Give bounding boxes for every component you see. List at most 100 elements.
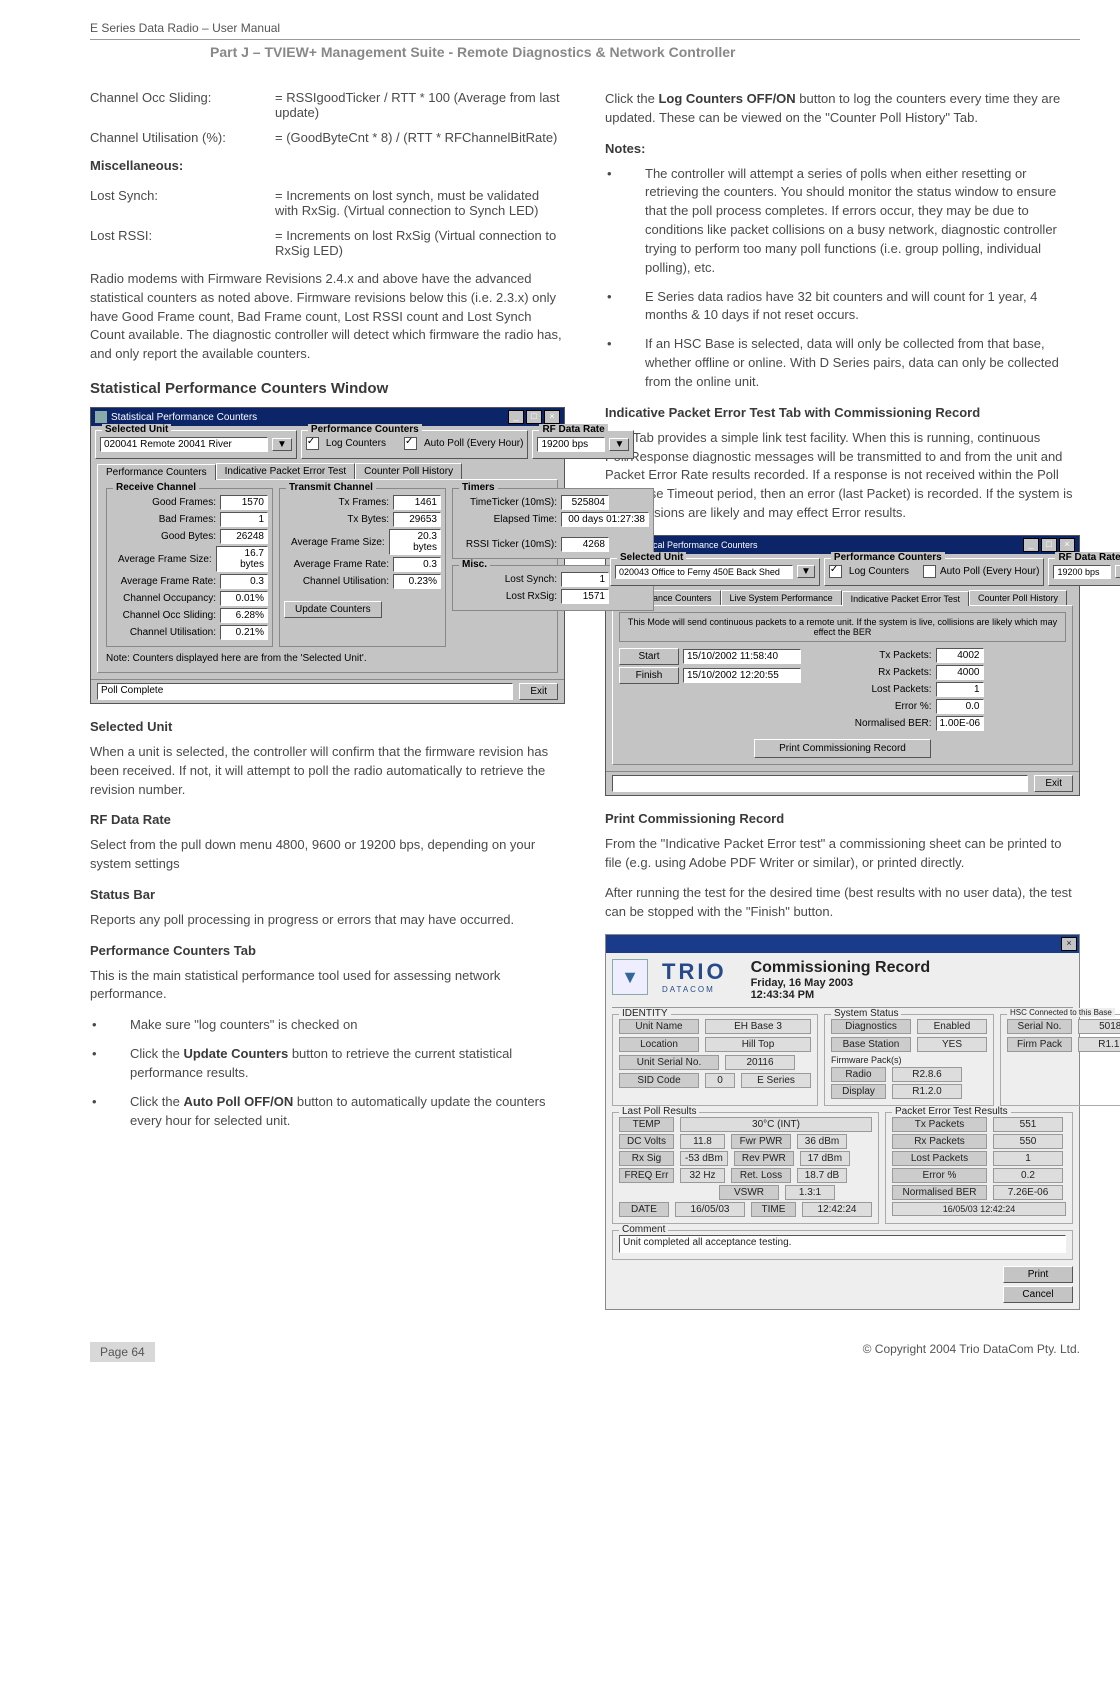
- dropdown-arrow-icon[interactable]: ▼: [272, 438, 292, 451]
- field-value: R1.2.0: [892, 1084, 962, 1099]
- para: This is the main statistical performance…: [90, 967, 565, 1005]
- field-value: 26248: [220, 529, 268, 544]
- group-label: RF Data Rate: [1055, 552, 1120, 563]
- field-value: 12:42:24: [802, 1202, 872, 1217]
- group-label: Packet Error Test Results: [892, 1106, 1011, 1117]
- field-value: 1.3:1: [785, 1185, 835, 1200]
- field-value: 18.7 dB: [797, 1168, 847, 1183]
- field-value: 550: [993, 1134, 1063, 1149]
- def-term: Lost RSSI:: [90, 228, 265, 258]
- tab-ipet[interactable]: Indicative Packet Error Test: [842, 591, 969, 606]
- para: Click the Log Counters OFF/ON button to …: [605, 90, 1080, 128]
- doc-title: E Series Data Radio – User Manual: [90, 21, 280, 35]
- brand-sub: DATACOM: [662, 985, 727, 994]
- status-text: [612, 775, 1028, 792]
- field-label: Radio: [831, 1067, 886, 1082]
- print-button[interactable]: Print: [1003, 1266, 1073, 1283]
- exit-button[interactable]: Exit: [519, 683, 558, 700]
- field-label: Normalised BER:: [847, 718, 932, 729]
- field-label: Error %: [892, 1168, 987, 1183]
- cancel-button[interactable]: Cancel: [1003, 1286, 1073, 1303]
- cr-time: 12:43:34 PM: [751, 989, 931, 1001]
- part-line: Part J – TVIEW+ Management Suite - Remot…: [210, 44, 1080, 90]
- group-label: Receive Channel: [113, 482, 199, 493]
- tab-ipet[interactable]: Indicative Packet Error Test: [216, 463, 356, 479]
- tab-perf-counters[interactable]: Performance Counters: [97, 464, 216, 480]
- field-label: Error %:: [847, 701, 932, 712]
- field-label: Tx Packets:: [847, 650, 932, 661]
- field-label: SID Code: [619, 1073, 699, 1088]
- field-value: 0.21%: [220, 625, 268, 640]
- cr-title: Commissioning Record: [751, 959, 931, 977]
- field-label: Lost RxSig:: [457, 591, 557, 602]
- log-counters-checkbox[interactable]: [306, 437, 319, 450]
- field-value: 1570: [220, 495, 268, 510]
- auto-poll-checkbox[interactable]: [923, 565, 936, 578]
- close-button[interactable]: ×: [1061, 937, 1077, 951]
- field-value: 29653: [393, 512, 441, 527]
- field-value: 4268: [561, 537, 609, 552]
- field-value: 00 days 01:27:38: [561, 512, 649, 527]
- field-value: 0.3: [393, 557, 441, 572]
- para-firmware-note: Radio modems with Firmware Revisions 2.4…: [90, 270, 565, 364]
- auto-poll-checkbox[interactable]: [404, 437, 417, 450]
- field-value: 7.26E-06: [993, 1185, 1063, 1200]
- para: Reports any poll processing in progress …: [90, 911, 565, 930]
- maximize-button[interactable]: □: [1041, 538, 1057, 552]
- field-value: 20.3 bytes: [389, 529, 441, 555]
- group-label: HSC Connected to this Base: [1007, 1008, 1115, 1017]
- field-value: 1: [220, 512, 268, 527]
- dropdown-arrow-icon[interactable]: ▼: [609, 438, 629, 451]
- minimize-button[interactable]: _: [1023, 538, 1039, 552]
- field-label: Average Frame Rate:: [111, 576, 216, 587]
- comment-field[interactable]: Unit completed all acceptance testing.: [619, 1235, 1066, 1253]
- selected-unit-dropdown[interactable]: 020041 Remote 20041 River: [100, 437, 268, 452]
- group-label: Performance Counters: [831, 552, 945, 563]
- log-counters-checkbox[interactable]: [829, 565, 842, 578]
- field-value: 0.01%: [220, 591, 268, 606]
- field-label: Rx Packets: [892, 1134, 987, 1149]
- field-label: Good Frames:: [111, 497, 216, 508]
- selected-unit-dropdown[interactable]: 020043 Office to Ferny 450E Back Shed: [615, 565, 793, 579]
- field-value: 0.3: [220, 574, 268, 589]
- mode-note: This Mode will send continuous packets t…: [624, 617, 1061, 637]
- notes-header: Notes:: [605, 140, 1080, 159]
- field-value: 1.00E-06: [936, 716, 985, 731]
- field-value: EH Base 3: [705, 1019, 811, 1034]
- update-counters-button[interactable]: Update Counters: [284, 601, 382, 618]
- field-label: Lost Packets: [892, 1151, 987, 1166]
- def-term: Channel Utilisation (%):: [90, 130, 265, 145]
- start-button[interactable]: Start: [619, 648, 679, 665]
- spc-window: Statistical Performance Counters _ □ × S…: [90, 407, 565, 704]
- field-value: 4000: [936, 665, 984, 680]
- tab-live-system[interactable]: Live System Performance: [721, 590, 842, 605]
- field-label: Tx Frames:: [284, 497, 389, 508]
- field-label: Bad Frames:: [111, 514, 216, 525]
- dropdown-arrow-icon[interactable]: ▼: [1115, 565, 1120, 578]
- field-value: 0.2: [993, 1168, 1063, 1183]
- tab-counter-poll-history[interactable]: Counter Poll History: [355, 463, 462, 479]
- list-item: Click the Auto Poll OFF/ON button to aut…: [90, 1093, 565, 1131]
- tab-counter-poll-history[interactable]: Counter Poll History: [969, 590, 1067, 605]
- para: When a unit is selected, the controller …: [90, 743, 565, 800]
- field-value: 1: [936, 682, 984, 697]
- close-button[interactable]: ×: [544, 410, 560, 424]
- finish-button[interactable]: Finish: [619, 667, 679, 684]
- maximize-button[interactable]: □: [526, 410, 542, 424]
- close-button[interactable]: ×: [1059, 538, 1075, 552]
- field-value: 20116: [725, 1055, 795, 1070]
- field-value: 30°C (INT): [680, 1117, 872, 1132]
- def-value: = Increments on lost RxSig (Virtual conn…: [275, 228, 565, 258]
- exit-button[interactable]: Exit: [1034, 775, 1073, 792]
- field-value: 0.0: [936, 699, 984, 714]
- field-label: Channel Occupancy:: [111, 593, 216, 604]
- rf-rate-dropdown[interactable]: 19200 bps: [1053, 565, 1111, 579]
- field-label: RSSI Ticker (10mS):: [457, 539, 557, 550]
- checkbox-label: Log Counters: [326, 438, 386, 449]
- dropdown-arrow-icon[interactable]: ▼: [797, 565, 815, 578]
- rf-rate-dropdown[interactable]: 19200 bps: [537, 437, 605, 452]
- minimize-button[interactable]: _: [508, 410, 524, 424]
- field-label: Fwr PWR: [731, 1134, 791, 1149]
- print-commissioning-button[interactable]: Print Commissioning Record: [754, 739, 931, 758]
- field-value: 16.7 bytes: [216, 546, 268, 572]
